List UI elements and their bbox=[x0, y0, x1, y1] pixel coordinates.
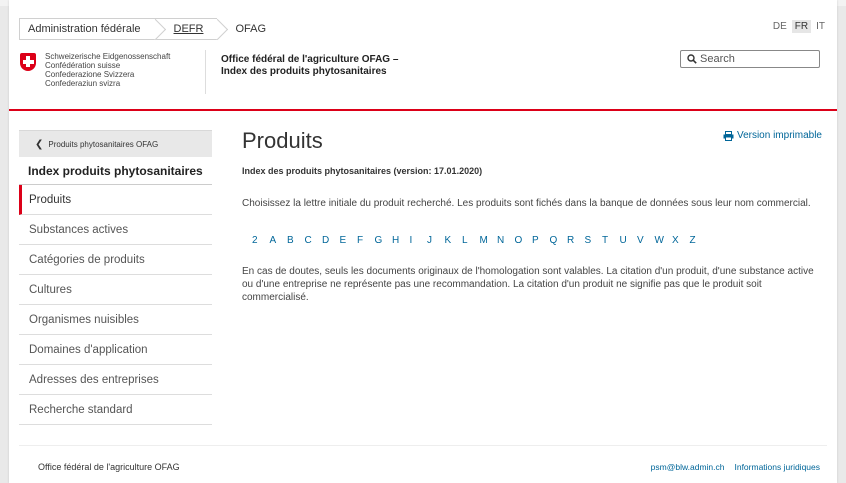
sidebar-item-organismes[interactable]: Organismes nuisibles bbox=[19, 305, 212, 335]
sidebar-heading[interactable]: Index produits phytosanitaires bbox=[19, 157, 212, 185]
breadcrumb: Administration fédérale DEFR OFAG bbox=[19, 18, 281, 41]
header-red-line bbox=[9, 109, 837, 111]
sidebar-nav: Produits Substances actives Catégories d… bbox=[19, 185, 212, 425]
letter-link[interactable]: F bbox=[357, 235, 375, 246]
chevron-left-icon: ❮ bbox=[35, 138, 44, 150]
letter-link[interactable]: N bbox=[497, 235, 515, 246]
letter-link[interactable]: W bbox=[655, 235, 673, 246]
footer-legal-link[interactable]: Informations juridiques bbox=[734, 462, 820, 472]
intro-text: Choisissez la lettre initiale du produit… bbox=[242, 198, 811, 209]
sidebar-item-substances-actives[interactable]: Substances actives bbox=[19, 215, 212, 245]
sidebar-back-link[interactable]: ❮ Produits phytosanitaires OFAG bbox=[19, 130, 212, 157]
letter-link[interactable]: V bbox=[637, 235, 655, 246]
letter-link[interactable]: E bbox=[340, 235, 358, 246]
letter-link[interactable]: Q bbox=[550, 235, 568, 246]
search-icon bbox=[687, 54, 697, 64]
letter-link[interactable]: B bbox=[287, 235, 305, 246]
sidebar-item-cultures[interactable]: Cultures bbox=[19, 275, 212, 305]
print-label: Version imprimable bbox=[736, 130, 822, 141]
logo-line: Confederaziun svizra bbox=[45, 79, 121, 88]
breadcrumb-label: OFAG bbox=[235, 23, 267, 35]
office-title: Office fédéral de l'agriculture OFAG – I… bbox=[221, 54, 398, 78]
footer-office: Office fédéral de l'agriculture OFAG bbox=[38, 462, 180, 472]
footer-divider bbox=[19, 445, 827, 446]
letter-link[interactable]: O bbox=[515, 235, 533, 246]
index-version-subtitle: Index des produits phytosanitaires (vers… bbox=[242, 166, 483, 176]
sidebar-item-recherche[interactable]: Recherche standard bbox=[19, 395, 212, 425]
letter-link[interactable]: Z bbox=[690, 235, 708, 246]
sidebar-back-label: Produits phytosanitaires OFAG bbox=[48, 139, 159, 149]
letter-link[interactable]: H bbox=[392, 235, 410, 246]
letter-link[interactable]: C bbox=[305, 235, 323, 246]
footer-email-link[interactable]: psm@blw.admin.ch bbox=[651, 462, 725, 472]
breadcrumb-item-administration[interactable]: Administration fédérale bbox=[19, 18, 166, 41]
office-title-line1: Office fédéral de l'agriculture OFAG – bbox=[221, 54, 399, 65]
letter-link[interactable]: 2 bbox=[252, 235, 270, 246]
sidebar-item-produits[interactable]: Produits bbox=[19, 185, 212, 215]
search-placeholder: Search bbox=[700, 53, 735, 65]
breadcrumb-label: DEFR bbox=[173, 23, 204, 35]
swiss-cross-icon bbox=[20, 53, 36, 71]
letter-link[interactable]: J bbox=[427, 235, 445, 246]
letter-link[interactable]: L bbox=[462, 235, 480, 246]
logo-line: Confédération suisse bbox=[45, 61, 121, 70]
logo-line: Confederazione Svizzera bbox=[45, 70, 135, 79]
letter-link[interactable]: X bbox=[672, 235, 690, 246]
letter-index: 2 A B C D E F G H I J K L M N O P Q R S … bbox=[252, 235, 707, 246]
letter-link[interactable]: T bbox=[602, 235, 620, 246]
confederation-logo[interactable]: Schweizerische Eidgenossenschaft Confédé… bbox=[20, 52, 170, 88]
lang-it[interactable]: IT bbox=[813, 20, 828, 33]
letter-link[interactable]: P bbox=[532, 235, 550, 246]
lang-de[interactable]: DE bbox=[770, 20, 790, 33]
logo-text: Schweizerische Eidgenossenschaft Confédé… bbox=[45, 52, 170, 88]
letter-link[interactable]: M bbox=[480, 235, 498, 246]
language-switcher: DE FR IT bbox=[770, 20, 828, 33]
letter-link[interactable]: R bbox=[567, 235, 585, 246]
letter-link[interactable]: G bbox=[375, 235, 393, 246]
office-title-line2: Index des produits phytosanitaires bbox=[221, 66, 387, 77]
page-title: Produits bbox=[242, 128, 323, 153]
sidebar-item-categories[interactable]: Catégories de produits bbox=[19, 245, 212, 275]
header-divider bbox=[205, 50, 206, 94]
disclaimer-text: En cas de doutes, seuls les documents or… bbox=[242, 266, 814, 303]
printer-icon bbox=[723, 130, 734, 141]
letter-link[interactable]: A bbox=[270, 235, 288, 246]
sidebar-item-adresses[interactable]: Adresses des entreprises bbox=[19, 365, 212, 395]
search-input[interactable]: Search bbox=[680, 50, 820, 68]
print-version-link[interactable]: Version imprimable bbox=[723, 130, 822, 141]
footer-links: psm@blw.admin.ch Informations juridiques bbox=[651, 462, 820, 472]
letter-link[interactable]: D bbox=[322, 235, 340, 246]
letter-link[interactable]: I bbox=[410, 235, 428, 246]
lang-fr[interactable]: FR bbox=[791, 20, 812, 33]
logo-line: Schweizerische Eidgenossenschaft bbox=[45, 52, 171, 61]
sidebar-item-domaines[interactable]: Domaines d'application bbox=[19, 335, 212, 365]
letter-link[interactable]: S bbox=[585, 235, 603, 246]
letter-link[interactable]: K bbox=[445, 235, 463, 246]
breadcrumb-label: Administration fédérale bbox=[28, 23, 141, 35]
letter-link[interactable]: U bbox=[620, 235, 638, 246]
